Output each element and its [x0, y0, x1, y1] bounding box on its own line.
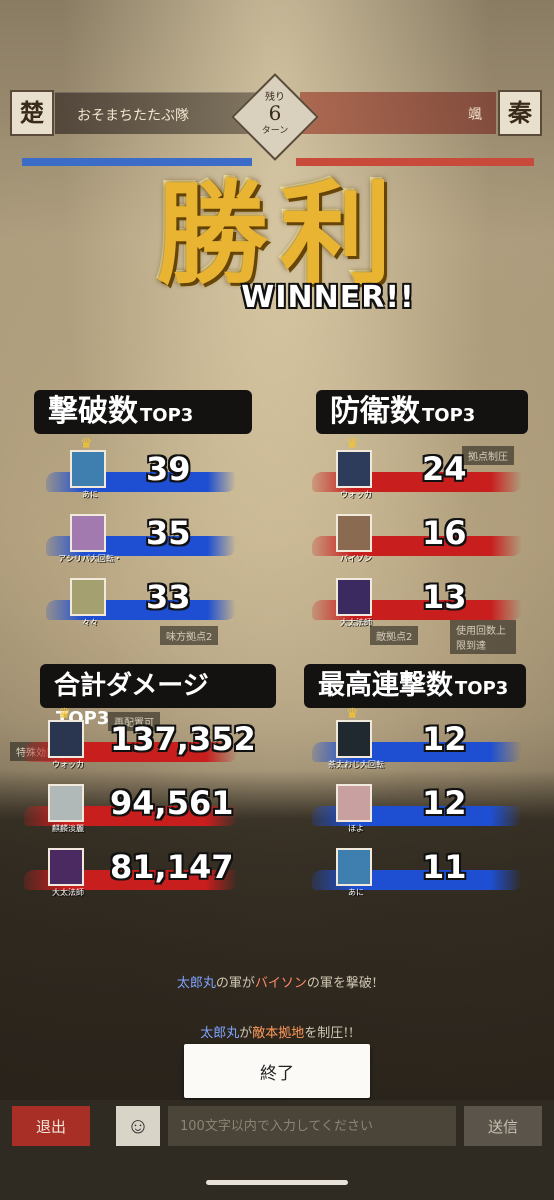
- battle-header: おそまちたたぶ隊 颯 楚 秦 残り 6 ターン: [0, 73, 554, 161]
- rank-row: ♛ 茶太おじ大回転 12: [312, 706, 542, 770]
- damage-title-text: 合計ダメージ: [54, 671, 209, 701]
- player-name: アシリパ大回転・: [58, 554, 122, 563]
- defense-title: 防衛数 TOP3: [316, 390, 528, 434]
- stat-value: 11: [422, 848, 467, 886]
- combo-title-text: 最高連撃数: [318, 670, 453, 701]
- finish-button[interactable]: 終了: [184, 1044, 370, 1098]
- exit-button[interactable]: 退出: [12, 1106, 90, 1146]
- defeats-title-suffix: TOP3: [140, 405, 194, 426]
- rank-row: 々々 33: [46, 578, 256, 628]
- defense-title-suffix: TOP3: [422, 405, 476, 426]
- player-name: 麒麟淡麗: [52, 824, 84, 833]
- damage-title: 合計ダメージTOP3: [40, 664, 276, 729]
- turn-label-bottom: ターン: [261, 126, 289, 136]
- player-avatar: [336, 450, 372, 488]
- player-avatar: [336, 848, 372, 886]
- board-marker-enemy-base: 敵拠点2: [370, 626, 419, 645]
- rank-row: ♛ ウォッカ 137,352: [24, 706, 258, 770]
- stat-value: 35: [146, 514, 191, 552]
- stat-value: 12: [422, 720, 467, 758]
- rank-row: バイソン 16: [312, 514, 542, 564]
- log1-enemy: バイソン: [254, 976, 307, 991]
- defeats-title-text: 撃破数: [48, 394, 138, 429]
- player-avatar: [70, 578, 106, 616]
- battle-log-line-2: 太郎丸が敵本拠地を制圧!!: [0, 1022, 554, 1041]
- player-name: 大太法師: [52, 888, 84, 897]
- player-name: ウォッカ: [340, 490, 372, 499]
- player-name: 大太法師: [340, 618, 372, 627]
- player-avatar: [336, 578, 372, 616]
- stat-value: 33: [146, 578, 191, 616]
- battle-log-line-1: 太郎丸の軍がバイソンの軍を撃破!: [0, 972, 554, 991]
- defense-title-text: 防衛数: [330, 394, 420, 429]
- player-name: ほよ: [348, 824, 364, 833]
- player-avatar: [48, 720, 84, 758]
- winner-label: WINNER!!: [241, 280, 415, 315]
- right-flag: 秦: [498, 90, 542, 136]
- player-name: バイソン: [340, 554, 372, 563]
- rank-row: ♛ あに 39: [46, 436, 256, 500]
- player-name: あに: [82, 490, 98, 499]
- rank-row: アシリパ大回転・ 35: [46, 514, 256, 564]
- left-team-name: おそまちたたぶ隊: [77, 108, 189, 124]
- stat-value: 94,561: [110, 784, 234, 822]
- log1-end: の軍を撃破!: [306, 976, 378, 991]
- combo-title: 最高連撃数 TOP3: [304, 664, 526, 708]
- rank-row: ♛ ウォッカ 24: [312, 436, 542, 500]
- log2-end: を制圧!!: [304, 1026, 354, 1041]
- player-avatar: [336, 720, 372, 758]
- player-name: あに: [348, 888, 364, 897]
- combo-title-suffix: TOP3: [455, 678, 509, 699]
- stat-value: 12: [422, 784, 467, 822]
- home-indicator: [206, 1180, 348, 1185]
- rank-row: 大太法師 13: [312, 578, 542, 628]
- stat-value: 137,352: [110, 720, 256, 758]
- send-button[interactable]: 送信: [464, 1106, 542, 1146]
- player-avatar: [336, 514, 372, 552]
- rank-row: あに 11: [312, 848, 542, 898]
- left-flag: 楚: [10, 90, 54, 136]
- stat-value: 81,147: [110, 848, 234, 886]
- rank-row: 大太法師 81,147: [24, 848, 258, 898]
- crown-icon: ♛: [58, 706, 71, 722]
- right-team-name: 颯: [468, 107, 482, 123]
- log2-target: 敵本拠地: [252, 1026, 305, 1041]
- stat-value: 16: [422, 514, 467, 552]
- player-name: ウォッカ: [52, 760, 84, 769]
- stat-value: 39: [146, 450, 191, 488]
- log2-mid: が: [239, 1026, 253, 1041]
- defeats-title: 撃破数 TOP3: [34, 390, 252, 434]
- log1-ally: 太郎丸: [176, 976, 216, 991]
- chat-input[interactable]: [168, 1106, 456, 1146]
- player-name: 々々: [82, 618, 98, 627]
- board-marker-ally-base: 味方拠点2: [160, 626, 219, 645]
- right-team-panel: 颯: [300, 92, 496, 134]
- emoji-icon[interactable]: ☺: [116, 1106, 160, 1146]
- player-avatar: [70, 450, 106, 488]
- player-avatar: [48, 848, 84, 886]
- rank-row: ほよ 12: [312, 784, 542, 834]
- log2-ally: 太郎丸: [200, 1026, 240, 1041]
- turn-number: 6: [268, 101, 282, 125]
- turn-counter: 残り 6 ターン: [244, 88, 306, 136]
- player-avatar: [48, 784, 84, 822]
- chat-bar: 退出 ☺ 送信: [0, 1100, 554, 1200]
- rank-row: 麒麟淡麗 94,561: [24, 784, 258, 834]
- log1-mid: の軍が: [215, 976, 255, 991]
- crown-icon: ♛: [80, 436, 93, 452]
- player-name: 茶太おじ大回転: [328, 760, 384, 769]
- player-avatar: [70, 514, 106, 552]
- crown-icon: ♛: [346, 706, 359, 722]
- crown-icon: ♛: [346, 436, 359, 452]
- player-avatar: [336, 784, 372, 822]
- stat-value: 24: [422, 450, 467, 488]
- stat-value: 13: [422, 578, 467, 616]
